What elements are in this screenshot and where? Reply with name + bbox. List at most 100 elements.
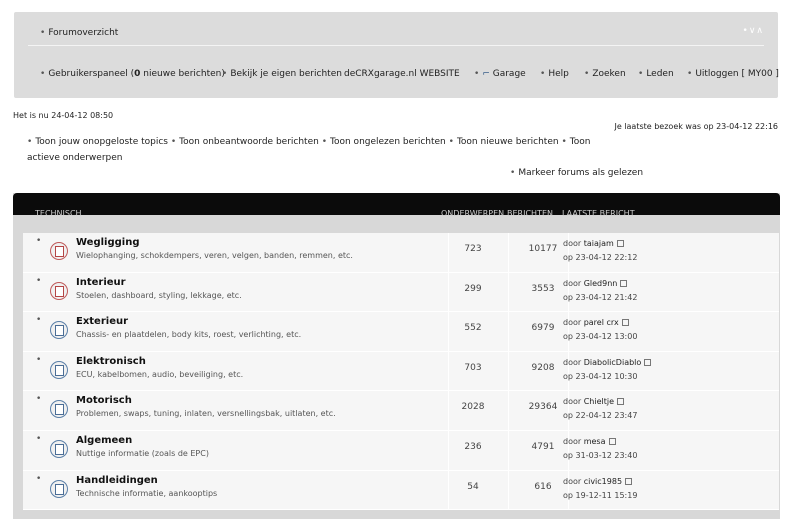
last-post-by: door (563, 436, 582, 446)
goto-last-post-icon[interactable] (644, 358, 652, 366)
forum-description: Stoelen, dashboard, styling, lekkage, et… (76, 290, 242, 300)
last-post-by: door (563, 239, 582, 248)
nav-divider (28, 45, 764, 46)
forum-status-icon (50, 400, 68, 419)
bullet-icon: • (222, 69, 228, 79)
forum-last-post: door parel crx op 23-04-12 13:00 (563, 316, 637, 344)
forum-list: • Wegligging Wielophanging, schokdempers, … (23, 233, 779, 511)
quick-link-unsolved[interactable]: Toon jouw onopgeloste topics (35, 137, 168, 147)
last-post-by: door (563, 476, 582, 486)
forum-status-icon (50, 360, 68, 379)
forum-title-link[interactable]: Motorisch (76, 395, 132, 406)
last-post-header: LAATSTE BERICHT (562, 209, 635, 218)
forum-description: Nuttige informatie (zoals de EPC) (76, 448, 209, 458)
forum-title-link[interactable]: Wegligging (76, 237, 140, 248)
bullet-icon: • (36, 354, 42, 365)
last-post-by: door (563, 318, 582, 328)
forum-title-link[interactable]: Exterieur (76, 316, 128, 327)
forum-status-icon (50, 321, 68, 340)
topics-header: ONDERWERPEN (441, 209, 505, 218)
forum-description: Problemen, swaps, tuning, inlaten, versn… (76, 409, 336, 419)
bullet-icon: • (36, 315, 42, 326)
forum-row: • Elektronisch ECU, kabelbomen, audio, bev… (23, 351, 779, 392)
website-link[interactable]: deCRXgarage.nl WEBSITE (344, 69, 460, 79)
last-post-by: door (563, 278, 582, 288)
forum-topic-count: 54 (467, 481, 479, 492)
forum-last-post: door civic1985 op 19-12-11 15:19 (563, 475, 637, 503)
forum-status-icon (50, 281, 68, 300)
forum-row: • Wegligging Wielophanging, schokdempers, … (23, 233, 779, 273)
bullet-icon: • (40, 28, 46, 38)
forum-row: • Algemeen Nuttige informatie (zoals de EP… (23, 430, 779, 471)
goto-last-post-icon[interactable] (621, 319, 629, 327)
bullet-icon: • (27, 137, 33, 147)
last-post-user-link[interactable]: Chieltje (584, 397, 614, 406)
forum-status-icon (50, 439, 68, 458)
forum-description: Chassis- en plaatdelen, body kits, roest… (76, 330, 302, 340)
last-post-user-link[interactable]: mesa (584, 437, 606, 446)
goto-last-post-icon[interactable] (620, 279, 628, 287)
nav-corner-icon[interactable]: •∨∧ (743, 26, 764, 36)
forum-row: • Exterieur Chassis- en plaatdelen, body k… (23, 312, 779, 352)
forum-last-post: door Gled9nn op 23-04-12 21:42 (563, 277, 637, 305)
forum-title-link[interactable]: Algemeen (76, 435, 132, 446)
posts-header: BERICHTEN (507, 209, 553, 218)
mark-forums-read[interactable]: • Markeer forums als gelezen (510, 168, 643, 178)
bullet-icon: • (36, 275, 42, 286)
last-post-user-link[interactable]: civic1985 (584, 477, 622, 486)
bullet-icon: • (36, 473, 42, 484)
forum-title-link[interactable]: Handleidingen (76, 475, 158, 486)
bullet-icon: • (561, 137, 567, 147)
forum-topic-count: 299 (464, 283, 482, 294)
bullet-icon: • (687, 69, 693, 79)
forum-topic-count: 2028 (461, 402, 485, 413)
quick-link-unanswered[interactable]: Toon onbeantwoorde berichten (179, 137, 319, 147)
garage-link[interactable]: • ⌐ Garage (474, 69, 526, 79)
bullet-icon: • (40, 69, 46, 79)
last-visit: Je laatste bezoek was op 23-04-12 22:16 (614, 122, 778, 131)
control-panel-link[interactable]: • Gebruikerspaneel (0 nieuwe berichten) (40, 69, 225, 79)
quick-link-new[interactable]: Toon nieuwe berichten (457, 137, 559, 147)
goto-last-post-icon[interactable] (616, 240, 624, 247)
last-post-by: door (563, 357, 582, 367)
last-post-date: op 19-12-11 15:19 (563, 490, 638, 500)
help-link[interactable]: • Help (540, 69, 569, 79)
goto-last-post-icon[interactable] (608, 437, 616, 445)
forum-header: TECHNISCH ONDERWERPEN BERICHTEN LAATSTE … (13, 193, 780, 218)
forum-topic-count: 703 (464, 362, 482, 373)
forum-category-box: TECHNISCH ONDERWERPEN BERICHTEN LAATSTE … (13, 193, 780, 519)
quick-links: • Toon jouw onopgeloste topics • Toon onbe… (27, 134, 607, 166)
forum-last-post: door DiabolicDiablo op 23-04-12 10:30 (563, 356, 652, 384)
forum-description: Technische informatie, aankooptips (76, 488, 218, 498)
forum-status-icon (50, 242, 68, 260)
members-link[interactable]: • Leden (638, 69, 674, 79)
current-time: Het is nu 24-04-12 08:50 (13, 111, 114, 120)
last-post-user-link[interactable]: taiajam (584, 239, 614, 248)
bullet-icon: • (321, 137, 328, 147)
forum-last-post: door mesa op 31-03-12 23:40 (563, 435, 637, 463)
last-post-date: op 31-03-12 23:40 (563, 450, 638, 460)
forum-overview-link[interactable]: Forumoverzicht (48, 28, 118, 38)
last-post-user-link[interactable]: DiabolicDiablo (584, 358, 642, 367)
nav-row-top: • Forumoverzicht (40, 28, 118, 38)
last-post-user-link[interactable]: parel crx (584, 318, 619, 327)
forum-title-link[interactable]: Elektronisch (76, 356, 146, 367)
search-link[interactable]: • Zoeken (584, 69, 626, 79)
forum-row: • Motorisch Problemen, swaps, tuning, inla… (23, 391, 779, 431)
last-post-date: op 23-04-12 22:12 (563, 253, 638, 262)
forum-description: Wielophanging, schokdempers, veren, velg… (76, 251, 353, 260)
bullet-icon: • (448, 137, 454, 147)
logout-link[interactable]: • Uitloggen [ MY00 ] (687, 69, 779, 79)
last-post-user-link[interactable]: Gled9nn (584, 279, 618, 288)
last-post-date: op 23-04-12 13:00 (563, 332, 638, 342)
goto-last-post-icon[interactable] (617, 398, 625, 406)
goto-last-post-icon[interactable] (625, 477, 633, 485)
forum-row: • Handleidingen Technische informatie, aan… (23, 470, 779, 511)
quick-link-unread[interactable]: Toon ongelezen berichten (330, 137, 446, 147)
own-posts-link[interactable]: • Bekijk je eigen berichten (222, 69, 342, 79)
forum-title-link[interactable]: Interieur (76, 277, 126, 288)
bullet-icon: • (36, 236, 42, 246)
category-title[interactable]: TECHNISCH (35, 209, 82, 218)
bullet-icon: • (638, 69, 644, 79)
car-icon: ⌐ (482, 69, 490, 79)
